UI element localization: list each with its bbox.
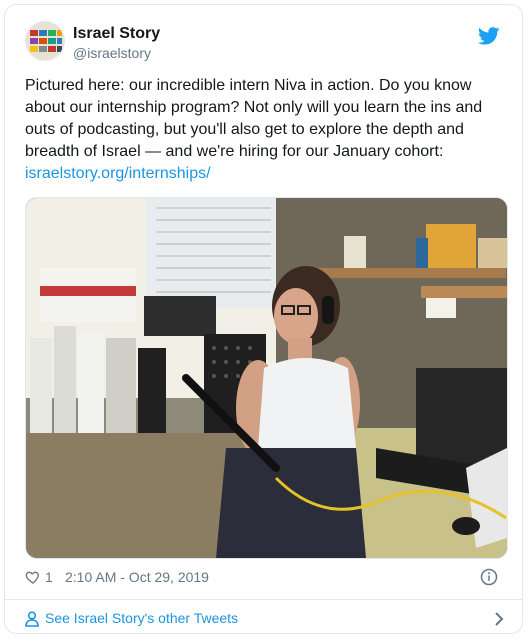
tweet-footer: See Israel Story's other Tweets: [5, 599, 522, 633]
tweet-body: Pictured here: our incredible intern Niv…: [25, 77, 483, 160]
like-count[interactable]: 1: [45, 569, 53, 585]
timestamp[interactable]: 2:10 AM - Oct 29, 2019: [65, 569, 209, 585]
display-name[interactable]: Israel Story: [73, 24, 160, 44]
person-icon: [25, 611, 39, 627]
tweet-header: Israel Story @israelstory: [25, 21, 506, 69]
twitter-bird-icon[interactable]: [477, 27, 500, 45]
tweet-meta: 1 2:10 AM - Oct 29, 2019: [25, 566, 506, 590]
avatar[interactable]: [25, 21, 65, 61]
see-other-tweets-label[interactable]: See Israel Story's other Tweets: [45, 610, 238, 626]
handle[interactable]: @israelstory: [73, 44, 160, 62]
tweet-photo[interactable]: [25, 197, 508, 559]
tweet-text: Pictured here: our incredible intern Niv…: [25, 75, 485, 185]
tweet-card[interactable]: Israel Story @israelstory Pictured here:…: [4, 4, 523, 634]
heart-icon[interactable]: [25, 569, 41, 585]
account-names[interactable]: Israel Story @israelstory: [73, 24, 160, 62]
internships-link[interactable]: israelstory.org/internships/: [25, 165, 211, 182]
chevron-right-icon[interactable]: [494, 612, 504, 626]
info-icon[interactable]: [480, 568, 498, 586]
